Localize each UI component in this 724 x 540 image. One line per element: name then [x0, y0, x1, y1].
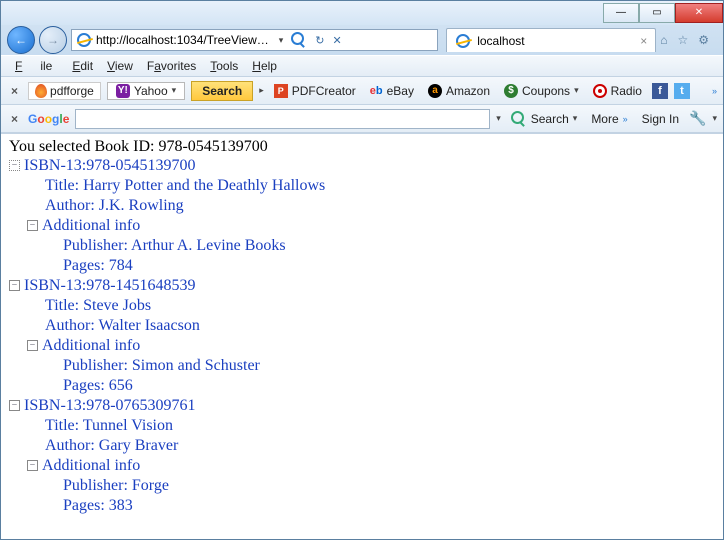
flame-icon — [35, 84, 47, 98]
stop-button[interactable]: ✕ — [333, 34, 342, 47]
menu-bar: File Edit View Favorites Tools Help — [1, 55, 723, 77]
back-button[interactable]: ← — [7, 26, 35, 54]
facebook-button[interactable]: f — [652, 83, 668, 99]
ebay-button[interactable]: eb eBay — [366, 84, 418, 98]
forward-button[interactable]: → — [39, 26, 67, 54]
menu-view[interactable]: View — [101, 57, 139, 75]
selected-book-text: You selected Book ID: 978-0545139700 — [9, 138, 715, 156]
tree-node-additional[interactable]: Additional info — [42, 336, 140, 356]
tree-node-title[interactable]: Title: Steve Jobs — [45, 296, 151, 316]
toolbar-overflow-button[interactable]: » — [712, 86, 717, 96]
coupons-icon: $ — [504, 84, 518, 98]
search-button[interactable]: Search — [191, 81, 253, 101]
browser-tab[interactable]: localhost × — [446, 28, 656, 52]
search-split-icon[interactable]: ▸ — [259, 85, 264, 96]
tree-toggle[interactable]: − — [27, 340, 38, 351]
pdfcreator-button[interactable]: P PDFCreator — [270, 84, 360, 98]
amazon-label: Amazon — [446, 84, 490, 98]
twitter-button[interactable]: t — [674, 83, 690, 99]
google-more-label: More — [591, 112, 618, 126]
toolbar-close-button[interactable]: × — [7, 84, 22, 98]
google-signin-button[interactable]: Sign In — [638, 112, 683, 126]
wrench-dropdown-icon[interactable]: ▾ — [712, 113, 717, 124]
refresh-button[interactable]: ↻ — [315, 34, 324, 47]
favorites-star-button[interactable]: ☆ — [677, 33, 688, 47]
google-more-button[interactable]: More » — [587, 112, 631, 126]
yahoo-icon: Y! — [116, 84, 130, 98]
pdfforge-button[interactable]: pdfforge — [28, 82, 101, 100]
navigation-bar: ← → http://localhost:1034/TreeView… ▾ ↻ … — [1, 25, 723, 55]
pdfforge-label: pdfforge — [50, 84, 94, 98]
tree-toggle[interactable]: − — [9, 280, 20, 291]
ie-icon — [76, 32, 92, 48]
tree-toggle[interactable]: − — [27, 220, 38, 231]
menu-file-label: ile — [34, 57, 58, 75]
tab-close-button[interactable]: × — [640, 34, 647, 48]
amazon-button[interactable]: a Amazon — [424, 84, 494, 98]
wrench-icon[interactable]: 🔧 — [689, 110, 706, 127]
tree-node-isbn[interactable]: ISBN-13:978-0765309761 — [24, 396, 196, 416]
tree-node-author[interactable]: Author: J.K. Rowling — [45, 196, 184, 216]
tab-ie-icon — [455, 33, 471, 49]
tree-node-publisher[interactable]: Publisher: Simon and Schuster — [63, 356, 260, 376]
google-search-label: Search — [531, 112, 569, 126]
pdfcreator-icon: P — [274, 84, 288, 98]
address-bar[interactable]: http://localhost:1034/TreeView… ▾ ↻ ✕ — [71, 29, 438, 51]
url-dropdown-icon[interactable]: ▾ — [279, 35, 284, 46]
tree-node-title[interactable]: Title: Tunnel Vision — [45, 416, 173, 436]
radio-icon — [593, 84, 607, 98]
ebay-label: eBay — [387, 84, 414, 98]
radio-label: Radio — [611, 84, 642, 98]
tree-node-pages[interactable]: Pages: 656 — [63, 376, 133, 396]
tree-node-author[interactable]: Author: Walter Isaacson — [45, 316, 200, 336]
tree-toggle[interactable]: − — [9, 160, 20, 171]
tree-node-publisher[interactable]: Publisher: Forge — [63, 476, 169, 496]
google-logo: Google — [28, 112, 69, 126]
google-search-input[interactable] — [75, 109, 490, 129]
google-toolbar-close-button[interactable]: × — [7, 112, 22, 126]
tools-gear-button[interactable]: ⚙ — [698, 33, 709, 47]
radio-button[interactable]: Radio — [589, 84, 646, 98]
home-button[interactable]: ⌂ — [660, 33, 667, 47]
amazon-icon: a — [428, 84, 442, 98]
tree-node-additional[interactable]: Additional info — [42, 456, 140, 476]
maximize-button[interactable]: ▭ — [639, 3, 675, 23]
page-content: You selected Book ID: 978-0545139700 − I… — [1, 133, 723, 539]
tree-toggle[interactable]: − — [27, 460, 38, 471]
coupons-button[interactable]: $ Coupons ▾ — [500, 84, 583, 98]
menu-tools[interactable]: Tools — [204, 57, 244, 75]
tree-node-title[interactable]: Title: Harry Potter and the Deathly Hall… — [45, 176, 325, 196]
toolbar-google: × Google ▾ Search ▾ More » Sign In 🔧 ▾ — [1, 105, 723, 133]
menu-favorites[interactable]: Favorites — [141, 57, 202, 75]
tree-node-additional[interactable]: Additional info — [42, 216, 140, 236]
google-search-button[interactable]: Search ▾ — [507, 111, 582, 127]
menu-file[interactable]: File — [9, 57, 64, 75]
google-search-dropdown-icon[interactable]: ▾ — [496, 113, 501, 124]
menu-help[interactable]: Help — [246, 57, 283, 75]
url-text: http://localhost:1034/TreeView… — [96, 33, 269, 47]
minimize-button[interactable]: — — [603, 3, 639, 23]
close-button[interactable]: ✕ — [675, 3, 723, 23]
tree-node-pages[interactable]: Pages: 383 — [63, 496, 133, 516]
coupons-label: Coupons — [522, 84, 570, 98]
toolbar-pdfforge: × pdfforge Y! Yahoo ▾ Search ▸ P PDFCrea… — [1, 77, 723, 105]
tree-node-isbn[interactable]: ISBN-13:978-0545139700 — [24, 156, 196, 176]
tree-node-publisher[interactable]: Publisher: Arthur A. Levine Books — [63, 236, 286, 256]
tab-title: localhost — [477, 34, 524, 48]
ebay-icon: eb — [370, 85, 383, 97]
tree-node-pages[interactable]: Pages: 784 — [63, 256, 133, 276]
yahoo-search-provider[interactable]: Y! Yahoo ▾ — [107, 82, 185, 100]
window-titlebar: — ▭ ✕ — [1, 1, 723, 25]
tree-node-isbn[interactable]: ISBN-13:978-1451648539 — [24, 276, 196, 296]
menu-edit[interactable]: Edit — [66, 57, 99, 75]
tree-node-author[interactable]: Author: Gary Braver — [45, 436, 178, 456]
tree-toggle[interactable]: − — [9, 400, 20, 411]
pdfcreator-label: PDFCreator — [292, 84, 356, 98]
treeview: − ISBN-13:978-0545139700 Title: Harry Po… — [9, 156, 715, 516]
magnifier-icon — [511, 111, 527, 127]
yahoo-label: Yahoo — [134, 84, 168, 98]
search-in-address-icon[interactable] — [291, 32, 307, 48]
